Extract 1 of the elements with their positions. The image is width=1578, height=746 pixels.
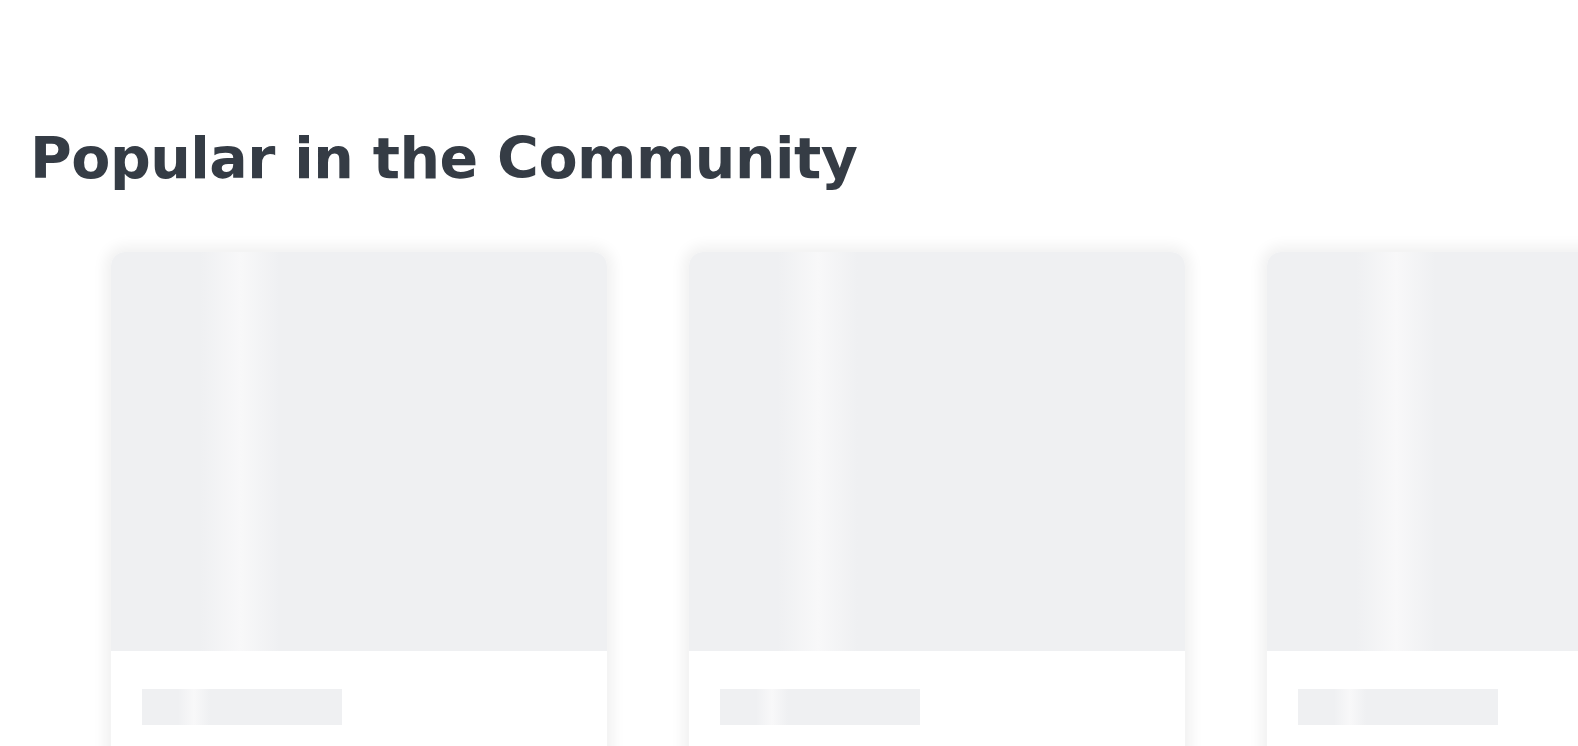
section-heading: Popular in the Community — [30, 124, 858, 193]
